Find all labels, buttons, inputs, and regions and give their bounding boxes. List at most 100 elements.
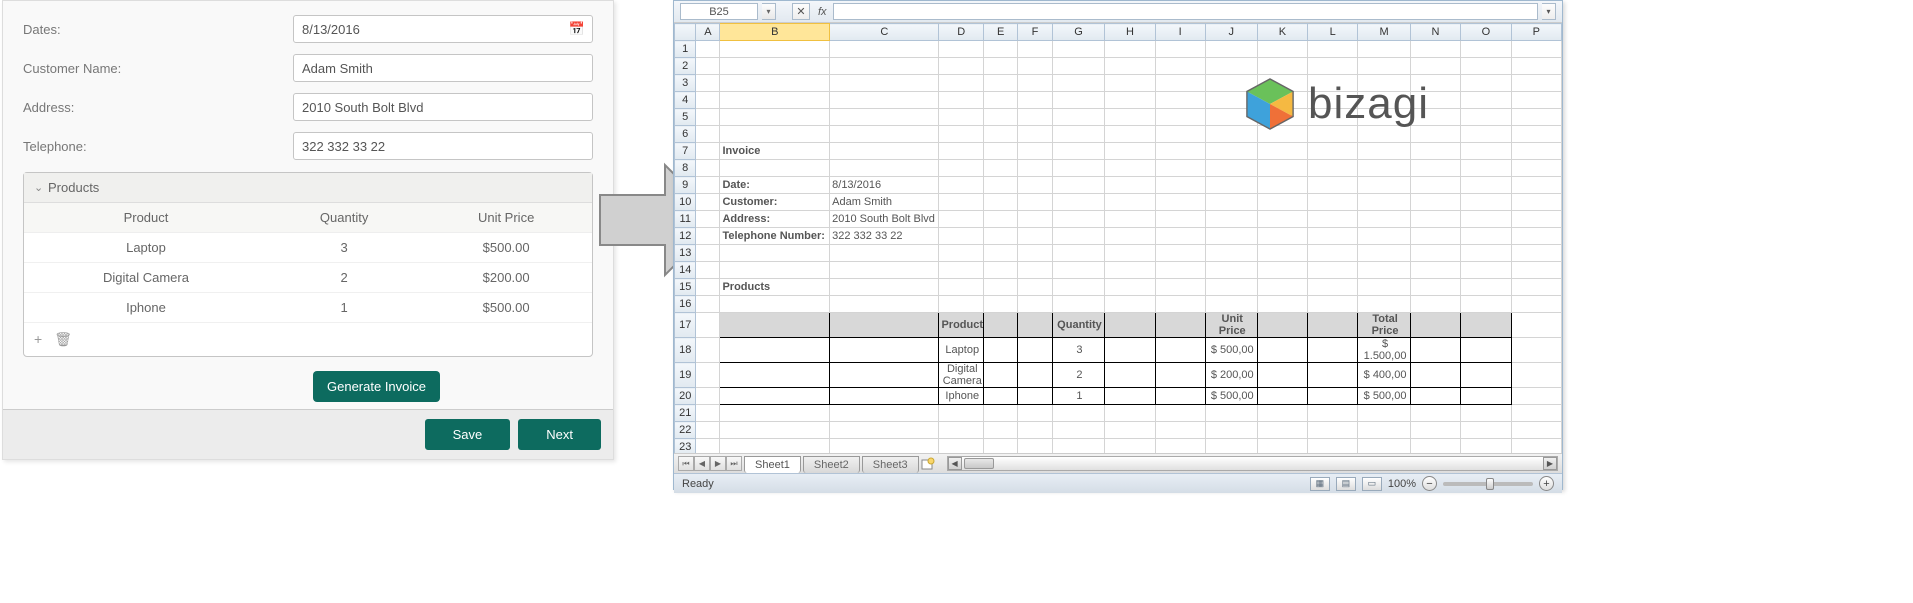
cell-D6[interactable] [939, 126, 984, 143]
tab-nav-prev[interactable]: ◀ [694, 456, 710, 471]
cell-I9[interactable] [1155, 177, 1205, 194]
cell-K17[interactable] [1257, 313, 1307, 338]
cell-C9[interactable]: 8/13/2016 [830, 177, 939, 194]
cell-C3[interactable] [830, 75, 939, 92]
cell-D14[interactable] [939, 262, 984, 279]
cell-A10[interactable] [696, 194, 720, 211]
tab-nav-first[interactable]: ⏮ [678, 456, 694, 471]
cell-M5[interactable] [1358, 109, 1411, 126]
cell-F13[interactable] [1018, 245, 1052, 262]
cell-N18[interactable] [1410, 338, 1460, 363]
cell-K4[interactable] [1257, 92, 1307, 109]
cell-F6[interactable] [1018, 126, 1052, 143]
cell-P15[interactable] [1511, 279, 1561, 296]
cell-E9[interactable] [984, 177, 1018, 194]
cell-H5[interactable] [1105, 109, 1155, 126]
cell-E6[interactable] [984, 126, 1018, 143]
cell-K14[interactable] [1257, 262, 1307, 279]
cell-F23[interactable] [1018, 439, 1052, 454]
cell-F2[interactable] [1018, 58, 1052, 75]
cell-F11[interactable] [1018, 211, 1052, 228]
cell-G19[interactable]: 2 [1052, 363, 1105, 388]
cell-E2[interactable] [984, 58, 1018, 75]
cell-N8[interactable] [1410, 160, 1460, 177]
cell-O14[interactable] [1461, 262, 1511, 279]
cell-O3[interactable] [1461, 75, 1511, 92]
cell-F12[interactable] [1018, 228, 1052, 245]
row-header-12[interactable]: 12 [675, 228, 696, 245]
cell-A13[interactable] [696, 245, 720, 262]
cell-D19[interactable]: Digital Camera [939, 363, 984, 388]
cell-G5[interactable] [1052, 109, 1105, 126]
cell-H16[interactable] [1105, 296, 1155, 313]
cell-L11[interactable] [1308, 211, 1358, 228]
cell-F22[interactable] [1018, 422, 1052, 439]
row-header-13[interactable]: 13 [675, 245, 696, 262]
cell-B17[interactable] [720, 313, 830, 338]
cell-K7[interactable] [1257, 143, 1307, 160]
cell-O12[interactable] [1461, 228, 1511, 245]
cell-B14[interactable] [720, 262, 830, 279]
cell-N19[interactable] [1410, 363, 1460, 388]
cell-O19[interactable] [1461, 363, 1511, 388]
cell-I1[interactable] [1155, 41, 1205, 58]
cell-N14[interactable] [1410, 262, 1460, 279]
cell-C7[interactable] [830, 143, 939, 160]
cell-B19[interactable] [720, 363, 830, 388]
cell-L18[interactable] [1308, 338, 1358, 363]
cell-J16[interactable] [1205, 296, 1257, 313]
cell-I6[interactable] [1155, 126, 1205, 143]
cell-J21[interactable] [1205, 405, 1257, 422]
row-header-10[interactable]: 10 [675, 194, 696, 211]
col-header-M[interactable]: M [1358, 24, 1411, 41]
cell-I12[interactable] [1155, 228, 1205, 245]
col-header-J[interactable]: J [1205, 24, 1257, 41]
cell-C6[interactable] [830, 126, 939, 143]
products-header[interactable]: ⌄ Products [24, 173, 592, 203]
cell-M14[interactable] [1358, 262, 1411, 279]
tab-nav-last[interactable]: ⏭ [726, 456, 742, 471]
cell-E8[interactable] [984, 160, 1018, 177]
cell-F10[interactable] [1018, 194, 1052, 211]
cell-F14[interactable] [1018, 262, 1052, 279]
sheet-tab-3[interactable]: Sheet3 [862, 456, 919, 473]
cell-F21[interactable] [1018, 405, 1052, 422]
cell-A9[interactable] [696, 177, 720, 194]
cell-A23[interactable] [696, 439, 720, 454]
cell-P23[interactable] [1511, 439, 1561, 454]
cell-I2[interactable] [1155, 58, 1205, 75]
cell-N3[interactable] [1410, 75, 1460, 92]
row-header-17[interactable]: 17 [675, 313, 696, 338]
cell-P5[interactable] [1511, 109, 1561, 126]
cell-G12[interactable] [1052, 228, 1105, 245]
cell-F9[interactable] [1018, 177, 1052, 194]
cell-C21[interactable] [830, 405, 939, 422]
cell-B3[interactable] [720, 75, 830, 92]
cell-M1[interactable] [1358, 41, 1411, 58]
col-header-A[interactable]: A [696, 24, 720, 41]
cell-O20[interactable] [1461, 388, 1511, 405]
cell-I4[interactable] [1155, 92, 1205, 109]
cell-H19[interactable] [1105, 363, 1155, 388]
cell-I17[interactable] [1155, 313, 1205, 338]
cell-L19[interactable] [1308, 363, 1358, 388]
cell-B21[interactable] [720, 405, 830, 422]
cell-A15[interactable] [696, 279, 720, 296]
cell-P2[interactable] [1511, 58, 1561, 75]
cell-C11[interactable]: 2010 South Bolt Blvd [830, 211, 939, 228]
cell-H22[interactable] [1105, 422, 1155, 439]
cell-K21[interactable] [1257, 405, 1307, 422]
cell-I13[interactable] [1155, 245, 1205, 262]
cell-N2[interactable] [1410, 58, 1460, 75]
cell-N20[interactable] [1410, 388, 1460, 405]
cell-B4[interactable] [720, 92, 830, 109]
name-box[interactable]: B25 [680, 3, 758, 20]
cell-F16[interactable] [1018, 296, 1052, 313]
cell-J4[interactable] [1205, 92, 1257, 109]
cell-P18[interactable] [1511, 338, 1561, 363]
cell-O2[interactable] [1461, 58, 1511, 75]
cell-P20[interactable] [1511, 388, 1561, 405]
cell-K19[interactable] [1257, 363, 1307, 388]
cell-D7[interactable] [939, 143, 984, 160]
cell-D17[interactable]: Product [939, 313, 984, 338]
